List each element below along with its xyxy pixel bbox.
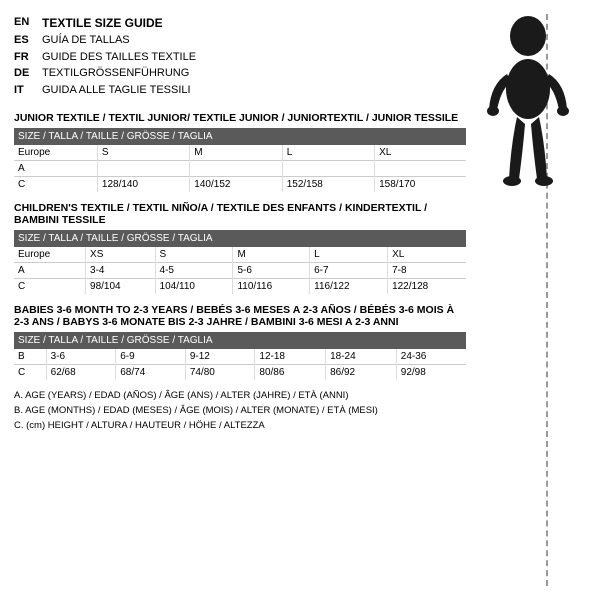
cell-value: 9-12 (185, 349, 255, 365)
table-row: A3-44-55-66-77-8 (14, 263, 466, 279)
cell-value: 80/86 (255, 365, 326, 381)
row-label: C (14, 365, 46, 381)
cell-value: 128/140 (97, 177, 189, 193)
cell-value (97, 161, 189, 177)
cell-value: 110/116 (233, 279, 310, 295)
table-row: A (14, 161, 466, 177)
right-panel (476, 14, 586, 586)
footer-notes: A. AGE (YEARS) / EDAD (AÑOS) / ÂGE (ANS)… (14, 388, 466, 434)
size-table-junior: SIZE / TALLA / TAILLE / GRÖSSE / TAGLIAE… (14, 128, 466, 192)
cell-value: 98/104 (86, 279, 156, 295)
cell-value: 62/68 (46, 365, 116, 381)
sections-container: JUNIOR TEXTILE / TEXTIL JUNIOR/ TEXTILE … (14, 112, 466, 380)
silhouette-container (481, 14, 586, 217)
cell-value: M (190, 145, 282, 161)
lang-code: DE (14, 65, 34, 82)
lang-title: GUIDE DES TAILLES TEXTILE (42, 49, 196, 66)
cell-value: 6-9 (116, 349, 186, 365)
cell-value (190, 161, 282, 177)
table-row: B3-66-99-1212-1818-2424-36 (14, 349, 466, 365)
cell-value (282, 161, 374, 177)
lang-code: FR (14, 49, 34, 66)
cell-value: 86/92 (326, 365, 397, 381)
cell-value: 3-4 (86, 263, 156, 279)
cell-value: 6-7 (310, 263, 388, 279)
cell-value (375, 161, 466, 177)
lang-code: ES (14, 32, 34, 49)
cell-value: 92/98 (396, 365, 466, 381)
cell-value: 122/128 (388, 279, 466, 295)
cell-value: M (233, 247, 310, 263)
row-label: B (14, 349, 46, 365)
lang-title: TEXTILGRÖSSENFÜHRUNG (42, 65, 189, 82)
row-label: C (14, 177, 97, 193)
cell-value: 104/110 (155, 279, 233, 295)
table-row: C98/104104/110110/116116/122122/128 (14, 279, 466, 295)
table-row: C62/6868/7474/8080/8686/9292/98 (14, 365, 466, 381)
section-title-children: CHILDREN'S TEXTILE / TEXTIL NIÑO/A / TEX… (14, 202, 466, 226)
lang-row-es: ES GUÍA DE TALLAS (14, 32, 466, 49)
cell-value: S (97, 145, 189, 161)
footer-note: C. (cm) HEIGHT / ALTURA / HAUTEUR / HÖHE… (14, 418, 466, 433)
lang-title: TEXTILE SIZE GUIDE (42, 14, 163, 32)
table-row: EuropeXSSMLXL (14, 247, 466, 263)
cell-value: 5-6 (233, 263, 310, 279)
table-header-label: SIZE / TALLA / TAILLE / GRÖSSE / TAGLIA (14, 230, 466, 247)
cell-value: L (282, 145, 374, 161)
row-label: A (14, 161, 97, 177)
lang-row-en: EN TEXTILE SIZE GUIDE (14, 14, 466, 32)
footer-note: A. AGE (YEARS) / EDAD (AÑOS) / ÂGE (ANS)… (14, 388, 466, 403)
size-table-babies: SIZE / TALLA / TAILLE / GRÖSSE / TAGLIAB… (14, 332, 466, 380)
lang-row-fr: FR GUIDE DES TAILLES TEXTILE (14, 49, 466, 66)
lang-row-de: DE TEXTILGRÖSSENFÜHRUNG (14, 65, 466, 82)
cell-value: 18-24 (326, 349, 397, 365)
cell-value: S (155, 247, 233, 263)
left-content: EN TEXTILE SIZE GUIDE ES GUÍA DE TALLAS FR GU… (14, 14, 476, 586)
table-row: EuropeSMLXL (14, 145, 466, 161)
main-container: EN TEXTILE SIZE GUIDE ES GUÍA DE TALLAS FR GU… (0, 0, 600, 600)
lang-title: GUÍA DE TALLAS (42, 32, 130, 49)
language-header: EN TEXTILE SIZE GUIDE ES GUÍA DE TALLAS FR GU… (14, 14, 466, 98)
baby-silhouette (481, 14, 576, 214)
section-title-junior: JUNIOR TEXTILE / TEXTIL JUNIOR/ TEXTILE … (14, 112, 466, 124)
row-label: C (14, 279, 86, 295)
cell-value: L (310, 247, 388, 263)
lang-code: IT (14, 82, 34, 99)
table-header-label: SIZE / TALLA / TAILLE / GRÖSSE / TAGLIA (14, 332, 466, 349)
cell-value: 4-5 (155, 263, 233, 279)
cell-value: 158/170 (375, 177, 466, 193)
section-title-babies: BABIES 3-6 MONTH TO 2-3 YEARS / BEBÉS 3-… (14, 304, 466, 328)
cell-value: 74/80 (185, 365, 255, 381)
cell-value: XL (375, 145, 466, 161)
row-label: Europe (14, 145, 97, 161)
cell-value: 68/74 (116, 365, 186, 381)
row-label: A (14, 263, 86, 279)
cell-value: 12-18 (255, 349, 326, 365)
cell-value: 152/158 (282, 177, 374, 193)
cell-value: 24-36 (396, 349, 466, 365)
lang-row-it: IT GUIDA ALLE TAGLIE TESSILI (14, 82, 466, 99)
cell-value: 3-6 (46, 349, 116, 365)
cell-value: XS (86, 247, 156, 263)
size-table-children: SIZE / TALLA / TAILLE / GRÖSSE / TAGLIAE… (14, 230, 466, 294)
cell-value: 7-8 (388, 263, 466, 279)
table-row: C128/140140/152152/158158/170 (14, 177, 466, 193)
table-header-label: SIZE / TALLA / TAILLE / GRÖSSE / TAGLIA (14, 128, 466, 145)
lang-code: EN (14, 14, 34, 32)
cell-value: XL (388, 247, 466, 263)
lang-title: GUIDA ALLE TAGLIE TESSILI (42, 82, 191, 99)
row-label: Europe (14, 247, 86, 263)
footer-note: B. AGE (MONTHS) / EDAD (MESES) / ÂGE (MO… (14, 403, 466, 418)
cell-value: 140/152 (190, 177, 282, 193)
cell-value: 116/122 (310, 279, 388, 295)
